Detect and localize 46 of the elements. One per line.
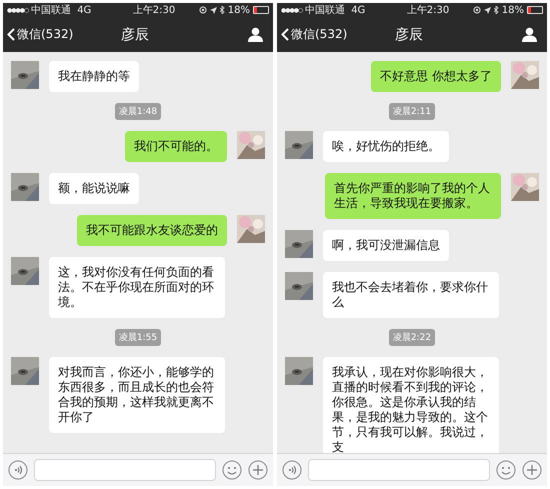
back-button[interactable]: 微信(532) [281,26,361,43]
message-bubble: 啊，我可没泄漏信息 [323,230,449,261]
message-bubble: 首先你严重的影响了我的个人生活，导致我现在要搬家。 [325,173,501,219]
message-bubble: 这，我对你没有任何负面的看法。不在乎你现在所面对的环境。 [49,257,225,318]
timestamp: 凌晨2:22 [388,329,436,346]
battery-percent: 18% [228,4,250,16]
back-button[interactable]: 微信(532) [7,26,87,43]
message-bubble: 我承认，现在对你影响很大，直播的时候看不到我的评论，你很急。这是你承认我的结果，是我的魅力导致的。这个节，只有我可以解。我说过，支 [323,357,499,453]
voice-icon[interactable] [8,460,28,480]
carrier-name: 中国联通 [305,4,346,17]
network-type: 4G [77,4,92,16]
person-icon[interactable] [522,27,537,42]
emoji-icon[interactable] [496,460,516,480]
person-icon[interactable] [248,27,263,42]
network-type: 4G [351,4,366,16]
chevron-icon [7,28,15,41]
chevron-icon [281,28,289,41]
timestamp: 凌晨1:55 [114,329,162,346]
chat-title: 彦辰 [395,26,423,44]
voice-icon[interactable] [282,460,302,480]
message-bubble: 不好意思 你想太多了 [371,61,501,92]
location-icon [484,6,491,14]
plus-icon[interactable] [522,460,542,480]
message-bubble: 我也不会去堵着你，要求你什么 [323,272,499,318]
carrier-name: 中国联通 [31,4,72,17]
message-input[interactable] [34,459,216,481]
battery-icon [526,6,543,14]
chat-title: 彦辰 [121,26,149,44]
status-time: 上午2:30 [132,4,176,17]
message-bubble: 我不可能跟水友谈恋爱的 [77,215,227,246]
timestamp: 凌晨2:11 [388,103,436,120]
timestamp: 凌晨1:48 [114,103,162,120]
message-bubble: 额，能说说嘛 [49,173,139,204]
message-bubble: 对我而言，你还小，能够学的东西很多，而且成长的也会符合我的预期，这样我就更离不开你了 [49,357,225,433]
emoji-icon[interactable] [222,460,242,480]
battery-percent: 18% [502,4,524,16]
message-bubble: 我们不可能的。 [125,131,227,162]
message-bubble: 我在静静的等 [49,61,139,92]
battery-icon [252,6,269,14]
bluetooth-icon [494,6,499,14]
bluetooth-icon [220,6,225,14]
location-icon [210,6,217,14]
message-input[interactable] [308,459,490,481]
plus-icon[interactable] [248,460,268,480]
status-time: 上午2:30 [406,4,450,17]
message-bubble: 唉，好忧伤的拒绝。 [323,131,449,162]
